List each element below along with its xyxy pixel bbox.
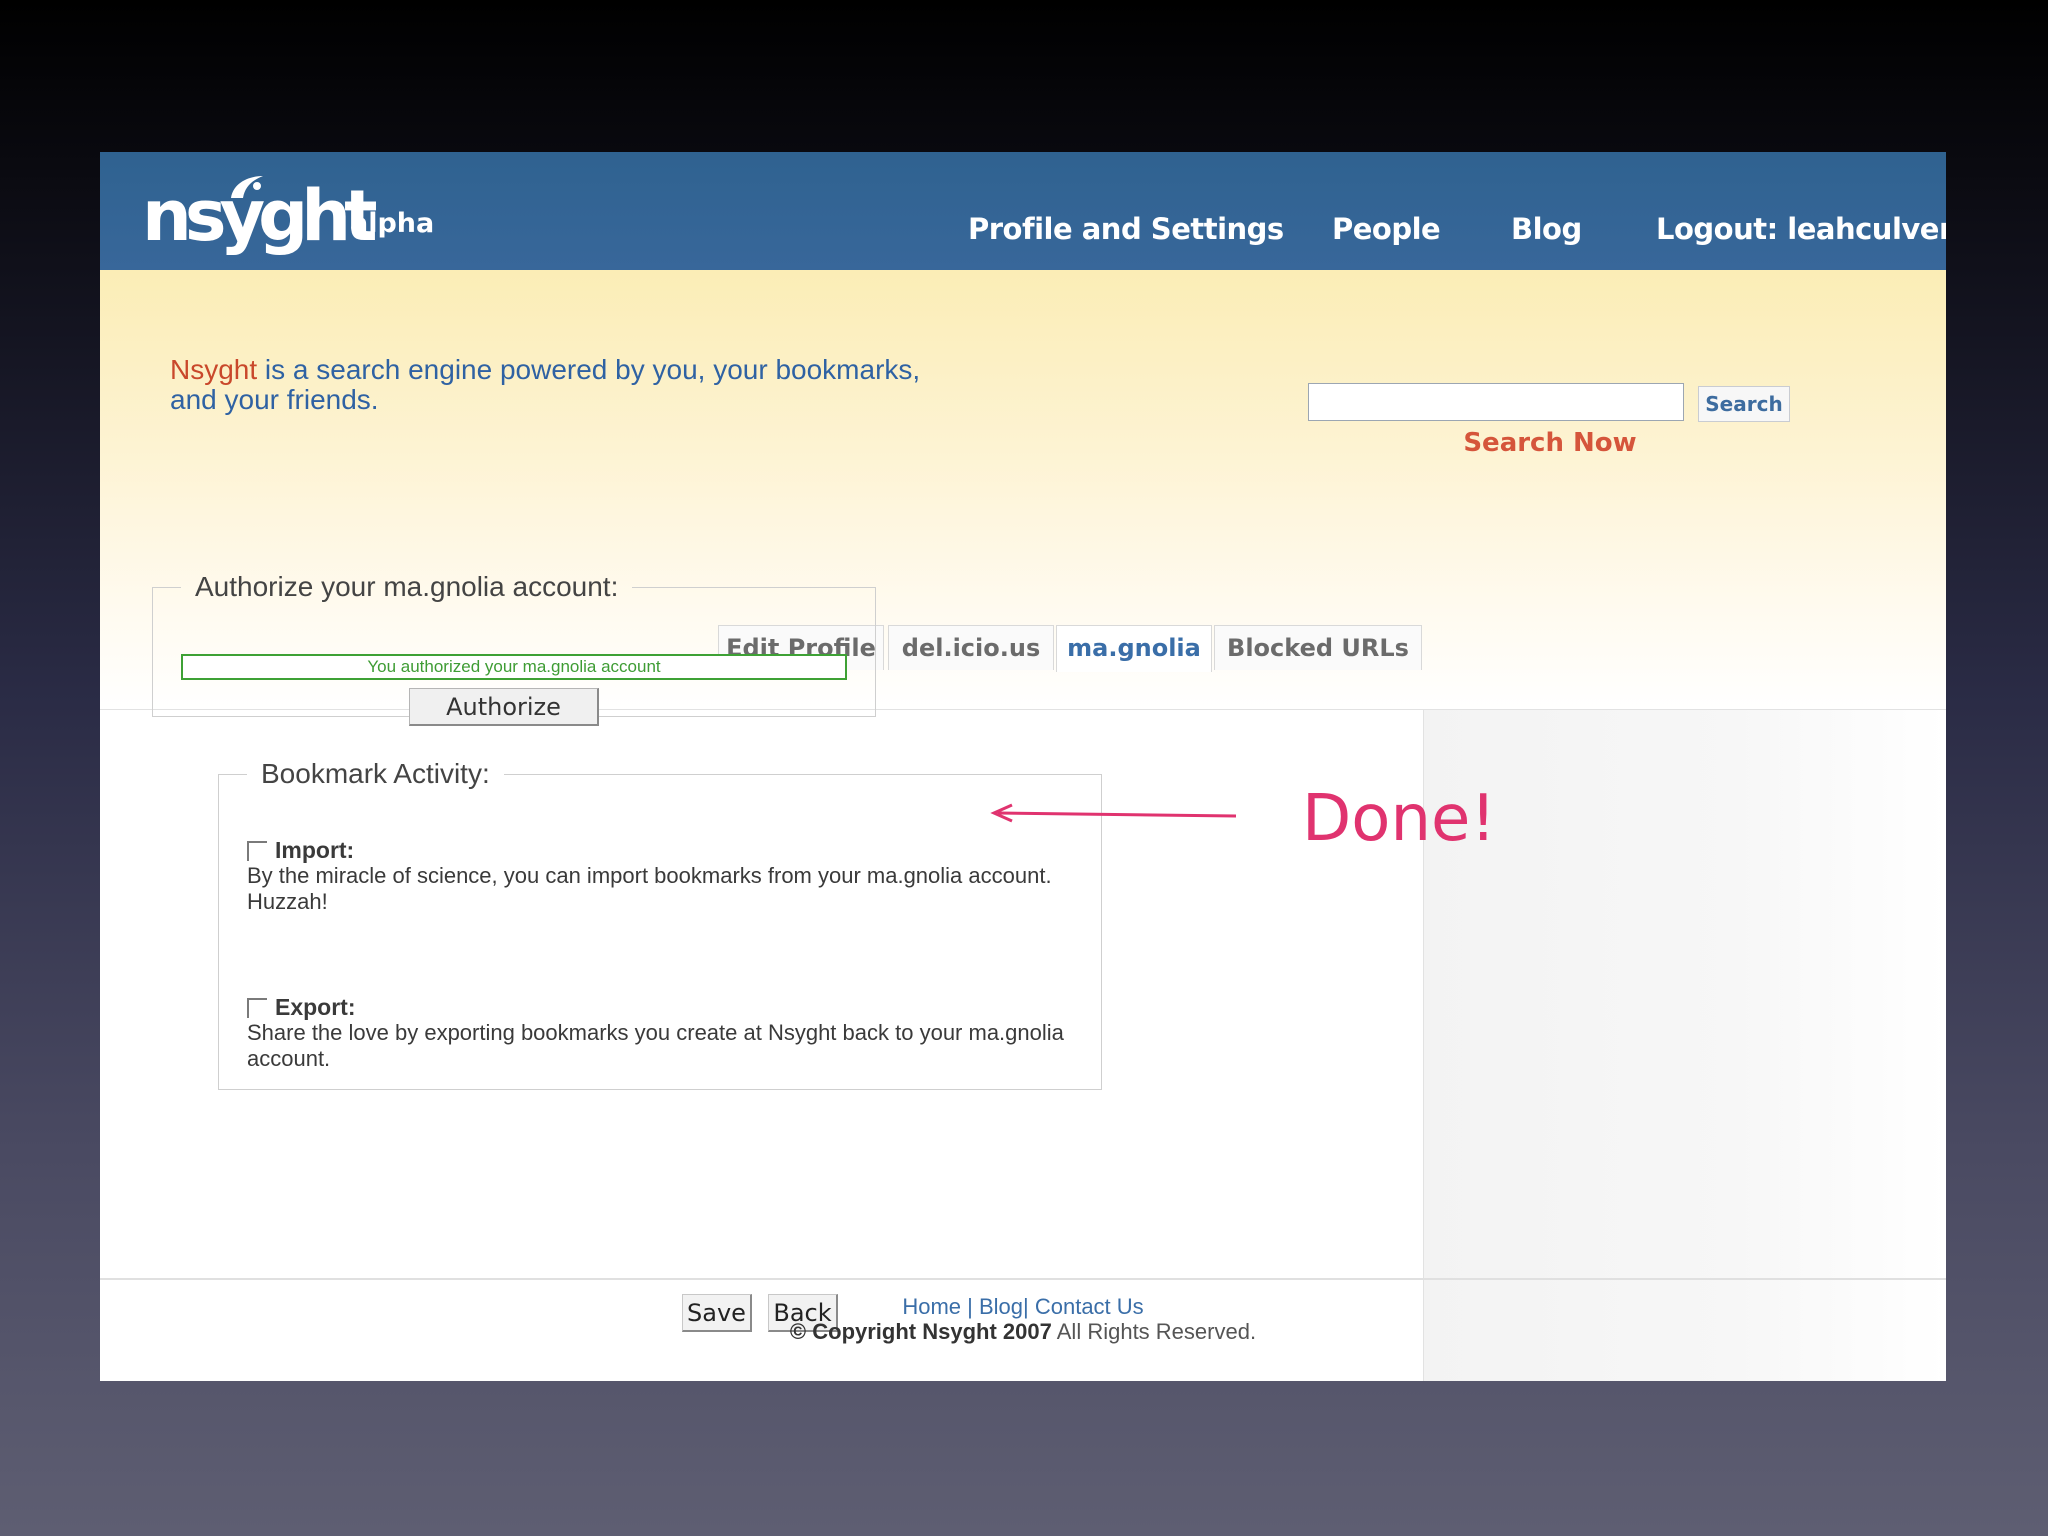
bookmark-activity-legend: Bookmark Activity: (261, 758, 490, 789)
top-navbar: nsyght alpha Profile and Settings People… (100, 152, 1946, 270)
export-checkbox[interactable] (247, 998, 267, 1018)
done-annotation: Done! (1302, 782, 1497, 856)
annotation-arrow-icon (990, 803, 1237, 823)
nav-people[interactable]: People (1332, 212, 1441, 246)
search-now-link[interactable]: Search Now (1400, 428, 1700, 458)
footer-blog-link[interactable]: Blog (979, 1294, 1023, 1319)
logo-alpha-label: alpha (350, 208, 435, 239)
authorize-section: Authorize your ma.gnolia account: You au… (152, 571, 876, 726)
copyright-rest: All Rights Reserved. (1051, 1319, 1257, 1344)
authorization-status-message: You authorized your ma.gnolia account (181, 654, 847, 680)
tagline-text: is a search engine powered by you, your … (257, 354, 921, 385)
tab-magnolia[interactable]: ma.gnolia (1056, 625, 1212, 672)
tagline: Nsyght is a search engine powered by you… (170, 355, 1070, 415)
logo-swoosh-icon (231, 176, 263, 198)
browser-page: nsyght alpha Profile and Settings People… (100, 152, 1946, 1381)
import-description: By the miracle of science, you can impor… (247, 863, 1052, 914)
footer-contact-link[interactable]: Contact Us (1035, 1294, 1144, 1319)
export-description: Share the love by exporting bookmarks yo… (247, 1020, 1064, 1071)
nav-logout[interactable]: Logout: leahculver (1656, 212, 1946, 246)
authorize-legend: Authorize your ma.gnolia account: (195, 571, 619, 602)
tagline-text-line2: and your friends. (170, 384, 379, 415)
footer-home-link[interactable]: Home (902, 1294, 961, 1319)
export-label: Export: (275, 994, 356, 1020)
footer-separator: | (961, 1294, 979, 1319)
import-label: Import: (275, 837, 355, 863)
footer-divider (100, 1278, 1946, 1280)
footer-separator: | (1023, 1294, 1035, 1319)
copyright-bold: © Copyright Nsyght 2007 (789, 1319, 1052, 1344)
search-input[interactable] (1308, 383, 1684, 421)
footer-links: Home | Blog| Contact Us (100, 1294, 1946, 1320)
right-sidebar (1423, 710, 1946, 1381)
import-checkbox[interactable] (247, 841, 267, 861)
tagline-brand: Nsyght (170, 354, 258, 385)
authorize-button[interactable]: Authorize (409, 688, 599, 726)
tab-blocked-urls[interactable]: Blocked URLs (1214, 625, 1422, 670)
nav-profile-settings[interactable]: Profile and Settings (968, 212, 1284, 246)
copyright-notice: © Copyright Nsyght 2007 All Rights Reser… (100, 1319, 1946, 1345)
nav-blog[interactable]: Blog (1511, 212, 1582, 246)
search-button[interactable]: Search (1698, 386, 1790, 422)
tab-delicious[interactable]: del.icio.us (888, 625, 1054, 670)
nsyght-logo[interactable]: nsyght (142, 176, 378, 254)
bookmark-activity-section: Bookmark Activity: Import: By the miracl… (218, 759, 1102, 1090)
